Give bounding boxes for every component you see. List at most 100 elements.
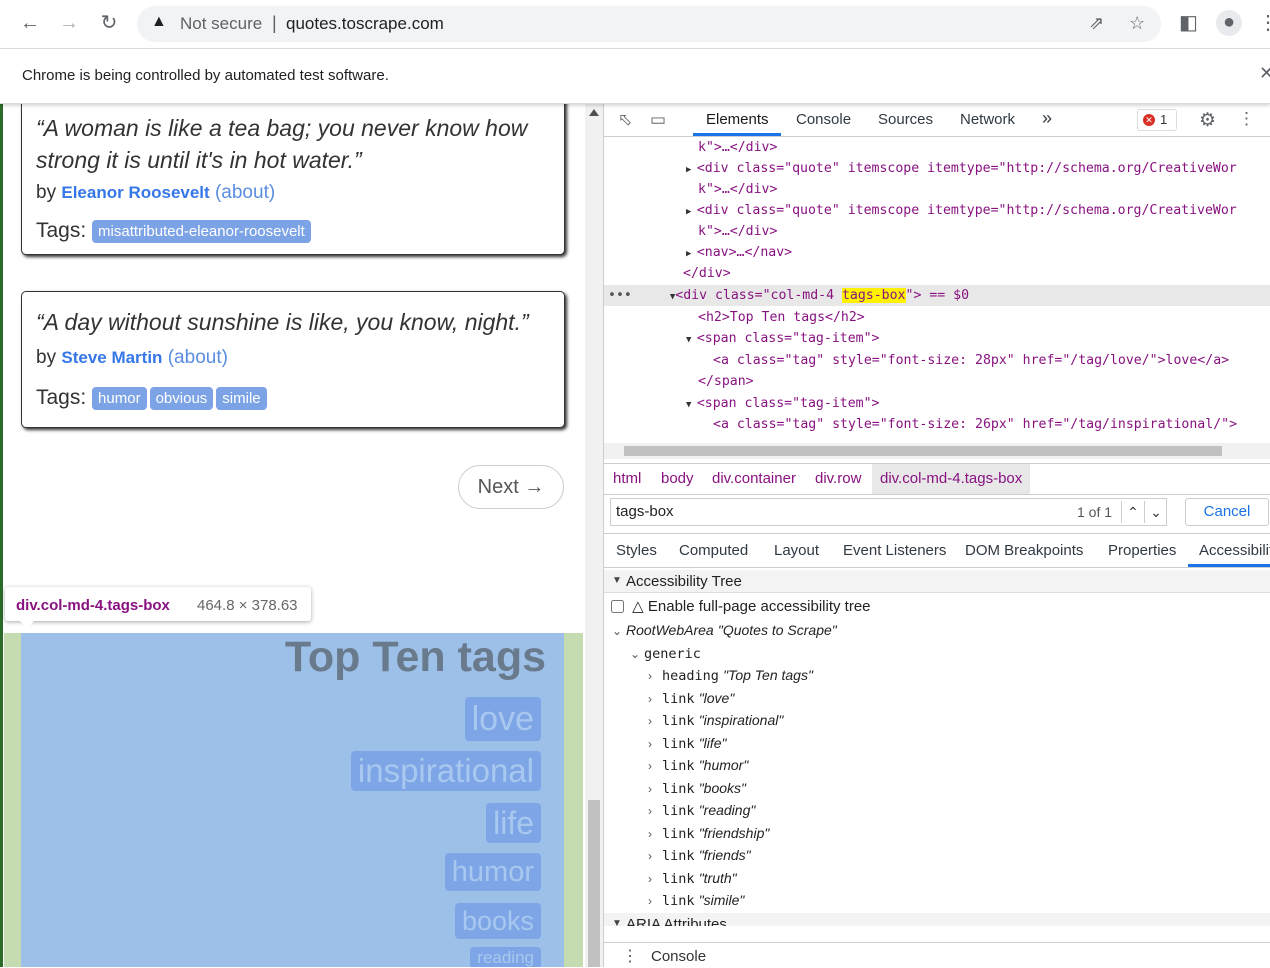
collapse-triangle-icon[interactable]: ▼: [604, 335, 697, 345]
share-icon[interactable]: ⇗: [1089, 13, 1104, 34]
url-text[interactable]: quotes.toscrape.com: [286, 14, 444, 34]
tab-computed[interactable]: Computed: [679, 542, 748, 559]
dom-line[interactable]: k">…</div>: [604, 179, 1270, 200]
chevron-right-icon[interactable]: ›: [648, 872, 662, 886]
ax-node-link[interactable]: › link "love": [648, 690, 734, 707]
full-page-tree-checkbox[interactable]: [611, 600, 624, 613]
ax-node-link[interactable]: › link "life": [648, 735, 727, 752]
tab-sources[interactable]: Sources: [878, 111, 933, 128]
tab-console[interactable]: Console: [796, 111, 851, 128]
collapse-triangle-icon[interactable]: ▼: [612, 918, 622, 926]
side-panel-icon[interactable]: ◧: [1179, 11, 1198, 35]
expand-triangle-icon[interactable]: ▶: [604, 165, 697, 175]
tag-link-reading[interactable]: reading: [470, 947, 541, 967]
expand-triangle-icon[interactable]: ▶: [604, 249, 697, 259]
breadcrumb-item[interactable]: body: [661, 470, 694, 487]
accessibility-tree-header[interactable]: ▼ Accessibility Tree: [604, 570, 1270, 593]
tab-styles[interactable]: Styles: [616, 542, 657, 559]
search-query[interactable]: tags-box: [616, 503, 674, 520]
reload-icon[interactable]: ↻: [96, 10, 122, 36]
chevron-right-icon[interactable]: ›: [648, 692, 662, 706]
kebab-menu-icon[interactable]: ⋮: [1238, 109, 1255, 129]
chevron-down-icon[interactable]: ⌄: [612, 624, 626, 638]
tag-link[interactable]: simile: [216, 386, 267, 410]
chevron-down-icon[interactable]: ⌄: [630, 647, 644, 661]
dom-line[interactable]: <a class="tag" style="font-size: 28px" h…: [604, 350, 1270, 371]
dom-line[interactable]: ▼ <span class="tag-item">: [604, 393, 1270, 414]
tab-accessibility[interactable]: Accessibility: [1199, 542, 1270, 559]
tag-link[interactable]: humor: [92, 386, 147, 410]
dom-line[interactable]: ▼ <span class="tag-item">: [604, 328, 1270, 349]
tag-link-books[interactable]: books: [454, 903, 541, 939]
ax-node-link[interactable]: › link "truth": [648, 870, 737, 887]
tab-elements[interactable]: Elements: [706, 111, 769, 128]
scrollbar-thumb[interactable]: [588, 800, 600, 967]
chevron-right-icon[interactable]: ›: [648, 894, 662, 908]
tab-network[interactable]: Network: [960, 111, 1015, 128]
chevron-right-icon[interactable]: ›: [648, 759, 662, 773]
ax-node-link[interactable]: › link "inspirational": [648, 712, 783, 729]
dom-line[interactable]: <h2>Top Ten tags</h2>: [604, 307, 1270, 328]
drawer-menu-icon[interactable]: ⋮: [622, 946, 638, 966]
dom-horizontal-scrollbar[interactable]: [604, 443, 1270, 459]
ax-node-link[interactable]: › link "books": [648, 780, 746, 797]
drawer-tab-console[interactable]: Console: [651, 948, 706, 965]
tag-link[interactable]: obvious: [149, 386, 214, 410]
breadcrumb-item[interactable]: div.container: [712, 470, 796, 487]
full-page-tree-option[interactable]: △ Enable full-page accessibility tree: [611, 597, 871, 615]
about-link[interactable]: (about): [168, 347, 228, 368]
inspect-element-icon[interactable]: ⬁: [618, 110, 632, 130]
tag-link-love[interactable]: love: [464, 697, 541, 741]
collapse-triangle-icon[interactable]: ▼: [632, 292, 675, 302]
chevron-right-icon[interactable]: ›: [648, 804, 662, 818]
ax-node-link[interactable]: › link "friends": [648, 847, 751, 864]
dom-line[interactable]: </div>: [604, 263, 1270, 284]
dom-line[interactable]: k">…</div>: [604, 137, 1270, 158]
collapse-triangle-icon[interactable]: ▼: [612, 575, 622, 586]
chevron-right-icon[interactable]: ›: [648, 714, 662, 728]
chrome-menu-icon[interactable]: ⋮: [1258, 11, 1270, 35]
aria-attributes-header[interactable]: ▼ ARIA Attributes: [604, 913, 1270, 926]
ax-node-link[interactable]: › link "simile": [648, 892, 744, 909]
dom-tree[interactable]: k">…</div> ▶ <div class="quote" itemscop…: [604, 137, 1270, 467]
ax-node-heading[interactable]: › heading "Top Ten tags": [648, 667, 813, 684]
expand-triangle-icon[interactable]: ▶: [604, 207, 697, 217]
device-toolbar-icon[interactable]: ▭: [650, 110, 666, 130]
forward-arrow-icon[interactable]: →: [56, 10, 82, 36]
chevron-right-icon[interactable]: ›: [648, 782, 662, 796]
tab-dom-breakpoints[interactable]: DOM Breakpoints: [965, 542, 1083, 559]
dom-line[interactable]: <a class="tag" style="font-size: 26px" h…: [604, 414, 1270, 435]
tag-link-humor[interactable]: humor: [444, 853, 541, 891]
ax-node-root[interactable]: ⌄ RootWebArea "Quotes to Scrape": [612, 622, 837, 639]
scroll-up-arrow-icon[interactable]: [589, 109, 599, 116]
dom-line[interactable]: </span>: [604, 371, 1270, 392]
ax-node-link[interactable]: › link "friendship": [648, 825, 769, 842]
tag-link-inspirational[interactable]: inspirational: [350, 751, 541, 791]
ellipsis-icon[interactable]: •••: [604, 288, 632, 303]
breadcrumb-item[interactable]: html: [613, 470, 641, 487]
breadcrumb-item-current[interactable]: div.col-md-4.tags-box: [872, 464, 1031, 494]
ax-node-generic[interactable]: ⌄ generic: [630, 645, 701, 662]
page-scrollbar[interactable]: [585, 103, 603, 967]
chevron-right-icon[interactable]: ›: [648, 737, 662, 751]
more-tabs-icon[interactable]: »: [1042, 108, 1052, 129]
tag-link[interactable]: misattributed-eleanor-roosevelt: [92, 219, 311, 243]
dom-line[interactable]: ▶ <nav>…</nav>: [604, 242, 1270, 263]
tab-properties[interactable]: Properties: [1108, 542, 1176, 559]
cancel-button[interactable]: Cancel: [1185, 498, 1269, 526]
collapse-triangle-icon[interactable]: ▼: [604, 400, 697, 410]
settings-gear-icon[interactable]: ⚙: [1199, 109, 1216, 132]
profile-avatar-icon[interactable]: ●: [1216, 10, 1242, 36]
chevron-up-icon[interactable]: ⌃: [1121, 501, 1144, 523]
dom-line[interactable]: ▶ <div class="quote" itemscope itemtype=…: [604, 158, 1270, 179]
warning-icon[interactable]: ▲: [151, 13, 167, 31]
chevron-down-icon[interactable]: ⌄: [1144, 501, 1167, 523]
back-arrow-icon[interactable]: ←: [17, 10, 43, 36]
bookmark-star-icon[interactable]: ☆: [1129, 13, 1145, 34]
breadcrumb-item[interactable]: div.row: [815, 470, 861, 487]
scrollbar-thumb[interactable]: [624, 446, 1222, 456]
dom-line[interactable]: ▶ <div class="quote" itemscope itemtype=…: [604, 200, 1270, 221]
next-page-button[interactable]: Next →: [458, 465, 564, 509]
error-count-badge[interactable]: ✕ 1: [1137, 109, 1177, 131]
tab-event-listeners[interactable]: Event Listeners: [843, 542, 946, 559]
